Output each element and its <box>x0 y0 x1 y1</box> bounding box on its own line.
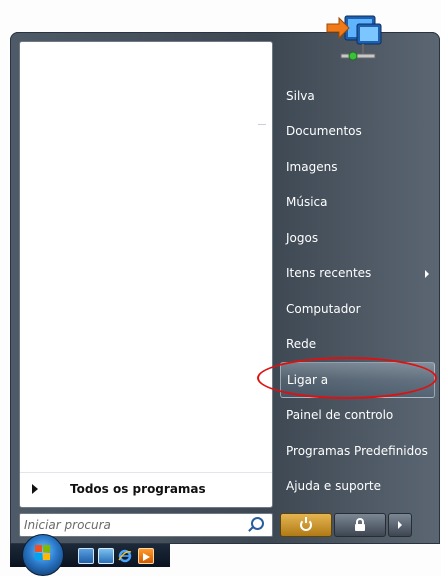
menu-item-label: Jogos <box>286 230 319 245</box>
menu-item-label: Documentos <box>286 124 362 139</box>
menu-item-painel-de-controlo[interactable]: Painel de controlo <box>280 398 435 434</box>
windows-flag-icon <box>35 545 51 561</box>
menu-item-programas-predefinidos[interactable]: Programas Predefinidos <box>280 433 435 469</box>
power-icon <box>300 517 312 531</box>
network-icon[interactable] <box>323 10 387 68</box>
search-box[interactable] <box>19 513 273 537</box>
menu-item-label: Itens recentes <box>286 266 372 281</box>
right-links-pane: Silva Documentos Imagens Música Jogos It… <box>280 78 435 504</box>
search-input[interactable] <box>20 515 243 535</box>
power-button[interactable] <box>280 513 332 537</box>
menu-item-silva[interactable]: Silva <box>280 78 435 114</box>
menu-item-label: Silva <box>286 88 315 103</box>
triangle-right-icon <box>32 484 38 494</box>
menu-item-musica[interactable]: Música <box>280 185 435 221</box>
pinned-programs-pane: Todos os programas <box>19 41 273 508</box>
menu-item-label: Rede <box>286 337 317 352</box>
internet-explorer-icon[interactable] <box>118 548 132 563</box>
menu-item-documentos[interactable]: Documentos <box>280 114 435 150</box>
windows-orb-icon[interactable] <box>22 534 64 576</box>
menu-item-ajuda-e-suporte[interactable]: Ajuda e suporte <box>280 469 435 505</box>
divider <box>258 124 266 125</box>
menu-item-label: Ajuda e suporte <box>286 479 381 494</box>
lock-icon <box>355 518 365 531</box>
menu-item-imagens[interactable]: Imagens <box>280 149 435 185</box>
all-programs-label: Todos os programas <box>70 482 206 496</box>
menu-item-itens-recentes[interactable]: Itens recentes <box>280 256 435 292</box>
media-player-icon[interactable] <box>138 548 154 564</box>
menu-item-ligar-a[interactable]: Ligar a <box>280 362 435 398</box>
menu-item-label: Computador <box>286 301 361 316</box>
power-options-button[interactable] <box>388 513 412 537</box>
all-programs-button[interactable]: Todos os programas <box>20 472 272 505</box>
show-desktop-icon[interactable] <box>78 548 94 564</box>
menu-item-label: Ligar a <box>287 372 329 387</box>
menu-item-label: Música <box>286 195 328 210</box>
chevron-right-icon <box>398 521 402 529</box>
menu-item-computador[interactable]: Computador <box>280 291 435 327</box>
search-icon[interactable] <box>251 517 264 530</box>
switch-windows-icon[interactable] <box>98 548 114 564</box>
chevron-right-icon <box>425 269 429 278</box>
lock-button[interactable] <box>334 513 386 537</box>
menu-item-label: Programas Predefinidos <box>286 443 428 458</box>
menu-item-rede[interactable]: Rede <box>280 327 435 363</box>
menu-item-label: Painel de controlo <box>286 408 394 423</box>
menu-item-label: Imagens <box>286 159 338 174</box>
menu-item-jogos[interactable]: Jogos <box>280 220 435 256</box>
